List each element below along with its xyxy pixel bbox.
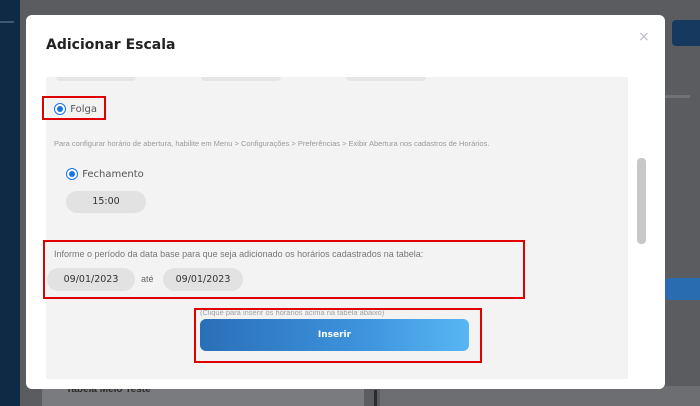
app-divider — [374, 390, 377, 406]
fechamento-label: Fechamento — [82, 168, 144, 180]
radio-selected-icon[interactable] — [54, 103, 66, 115]
app-sidebar — [0, 0, 20, 406]
close-icon[interactable]: × — [638, 29, 650, 45]
end-date-field[interactable]: 09/01/2023 — [163, 268, 243, 291]
menu-icon — [0, 21, 14, 23]
modal-title: Adicionar Escala — [46, 37, 176, 53]
scrolled-field-stub — [56, 77, 136, 81]
scrolled-field-stub — [346, 77, 426, 81]
date-separator: até — [141, 274, 154, 284]
insert-button[interactable]: Inserir — [200, 319, 469, 351]
folga-label: Folga — [70, 103, 97, 115]
scrollbar-thumb[interactable] — [637, 158, 646, 244]
scrolled-field-stub — [201, 77, 281, 81]
period-label: Informe o período da data base para que … — [54, 249, 424, 259]
closing-time-field[interactable]: 15:00 — [66, 191, 146, 213]
app-top-button — [672, 20, 700, 46]
folga-radio[interactable]: Folga — [54, 103, 97, 115]
app-bottom-panel-right — [380, 386, 700, 406]
fechamento-radio[interactable]: Fechamento — [66, 168, 144, 180]
app-side-button — [665, 278, 700, 300]
radio-selected-icon[interactable] — [66, 168, 78, 180]
start-date-field[interactable]: 09/01/2023 — [47, 268, 135, 291]
insert-hint: (Clique para inserir os horários acima n… — [200, 308, 385, 317]
opening-config-hint: Para configurar horário de abertura, hab… — [54, 139, 490, 148]
